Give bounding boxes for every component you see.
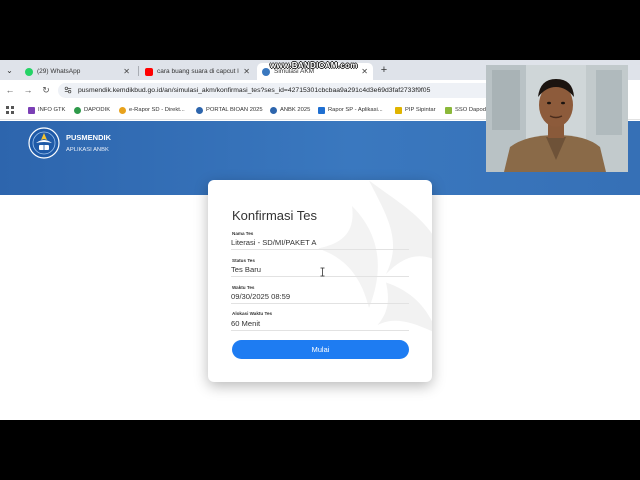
- field-label-waktu-tes: Waktu Tes: [232, 285, 255, 290]
- field-label-alokasi-waktu: Alokasi Waktu Tes: [232, 311, 273, 316]
- address-bar[interactable]: pusmendik.kemdikbud.go.id/an/simulasi_ak…: [58, 83, 508, 98]
- webcam-overlay: [486, 65, 628, 172]
- bookmark-rapor-sp[interactable]: Rapor SP - Aplikasi...: [318, 100, 383, 120]
- bookmark-icon: [318, 106, 325, 114]
- bookmark-icon: [196, 106, 203, 114]
- bookmark-label: INFO GTK: [38, 107, 66, 113]
- bookmark-label: ANBK 2025: [280, 107, 311, 113]
- tab-whatsapp[interactable]: (29) WhatsApp ✕: [20, 63, 135, 80]
- field-value-waktu-tes: 09/30/2025 08:59: [231, 292, 409, 304]
- bookmark-pip-sipintar[interactable]: PIP Sipintar: [395, 100, 436, 120]
- bookmark-icon: [74, 106, 81, 114]
- bookmark-dapodik[interactable]: DAPODIK: [74, 100, 110, 120]
- url-text: pusmendik.kemdikbud.go.id/an/simulasi_ak…: [78, 87, 431, 94]
- bookmark-label: Rapor SP - Aplikasi...: [328, 107, 383, 113]
- brand-name: PUSMENDIK: [66, 133, 112, 142]
- bookmark-label: PORTAL BIOAN 2025: [206, 107, 263, 113]
- presenter-video-image: [486, 65, 628, 172]
- recorder-watermark: www.BANDICAM.com: [270, 61, 358, 70]
- bookmark-icon: [270, 106, 277, 114]
- whatsapp-icon: [25, 67, 33, 76]
- bookmark-icon: [28, 106, 35, 114]
- tab-youtube[interactable]: cara buang suara di capcut lep ✕: [140, 63, 255, 80]
- site-info-icon[interactable]: [64, 86, 72, 94]
- close-icon[interactable]: ✕: [243, 67, 250, 76]
- bookmark-icon: [395, 106, 402, 114]
- tab-separator: [138, 66, 139, 76]
- bookmark-label: DAPODIK: [84, 107, 111, 113]
- close-icon[interactable]: ✕: [361, 67, 368, 76]
- bookmark-icon: [445, 106, 452, 114]
- close-icon[interactable]: ✕: [123, 67, 130, 76]
- bookmark-label: SSO Dapodik: [455, 107, 491, 113]
- bookmark-sso-dapodik[interactable]: SSO Dapodik: [445, 100, 490, 120]
- brand-subtitle: APLIKASI ANBK: [66, 147, 109, 153]
- field-label-status-tes: Status Tes: [232, 258, 255, 263]
- field-label-nama-tes: Nama Tes: [232, 231, 254, 236]
- field-value-nama-tes: Literasi - SD/MI/PAKET A: [231, 238, 409, 250]
- bookmark-icon: [119, 106, 126, 114]
- bookmark-label: e-Rapor SD - Direkt...: [129, 107, 185, 113]
- tab-search-icon[interactable]: ⌄: [3, 64, 16, 77]
- bookmark-anbk[interactable]: ANBK 2025: [270, 100, 310, 120]
- new-tab-icon[interactable]: +: [378, 63, 390, 77]
- mulai-button[interactable]: Mulai: [232, 340, 409, 359]
- bookmark-e-rapor[interactable]: e-Rapor SD - Direkt...: [119, 100, 185, 120]
- youtube-icon: [145, 67, 153, 76]
- reload-icon[interactable]: ↻: [40, 84, 52, 96]
- confirmation-card: Konfirmasi Tes Nama Tes Literasi - SD/MI…: [208, 180, 432, 382]
- back-icon[interactable]: ←: [4, 84, 16, 96]
- apps-grid-icon: [6, 106, 14, 114]
- tab-label: (29) WhatsApp: [37, 68, 81, 75]
- pusmendik-favicon-icon: [262, 67, 270, 76]
- tab-label: cara buang suara di capcut lep: [157, 68, 240, 75]
- watermark-logo-icon: [318, 180, 432, 332]
- card-title: Konfirmasi Tes: [232, 208, 318, 223]
- forward-icon[interactable]: →: [22, 84, 34, 96]
- bookmark-label: PIP Sipintar: [405, 107, 436, 113]
- field-value-alokasi-waktu: 60 Menit: [231, 319, 409, 331]
- bookmark-info-gtk[interactable]: INFO GTK: [28, 100, 65, 120]
- bookmarks-apps-icon[interactable]: [6, 100, 14, 120]
- tut-wuri-handayani-logo-icon: [28, 127, 60, 159]
- bookmark-portal-bioan[interactable]: PORTAL BIOAN 2025: [196, 100, 263, 120]
- text-cursor-icon: [320, 267, 325, 277]
